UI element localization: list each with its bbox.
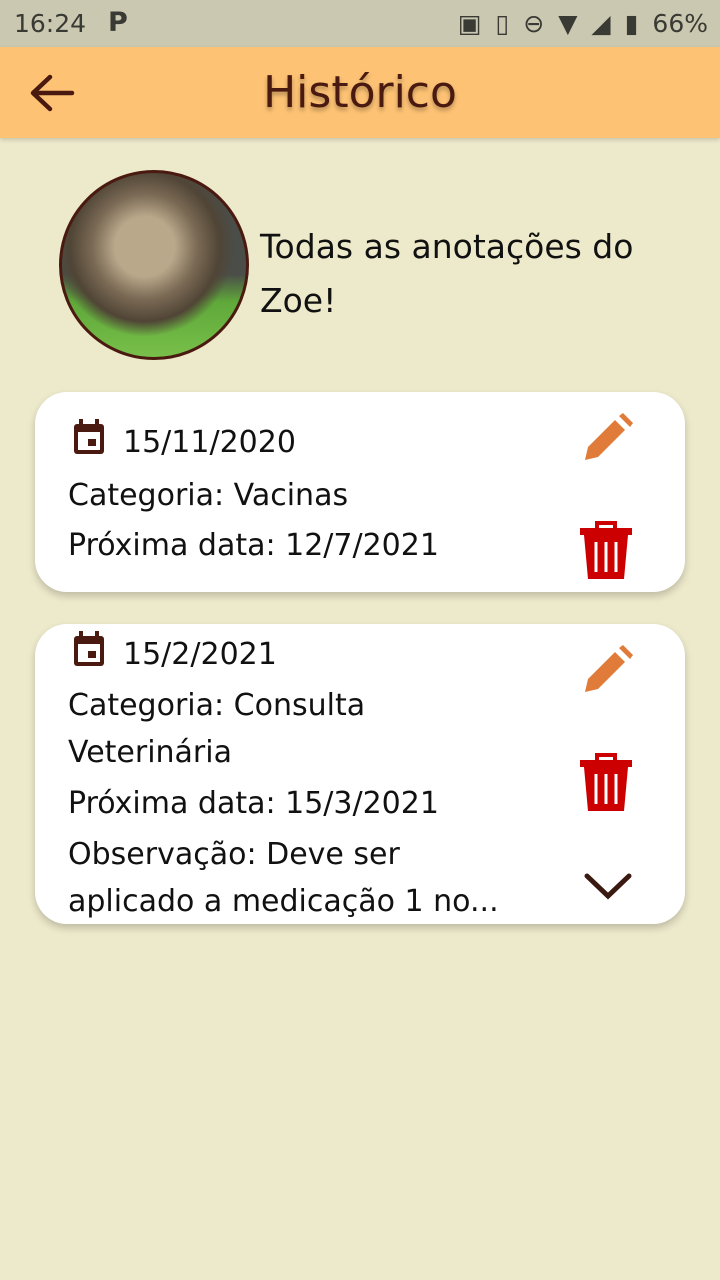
edit-pencil-icon[interactable]	[581, 412, 633, 464]
entry-category-cont: Veterinária	[68, 735, 232, 770]
status-bar: 16:24 P ▣ ▯ ⊖ ▼ ◢ ▮ 66%	[0, 0, 720, 47]
expand-chevron-icon[interactable]	[583, 870, 633, 902]
entry-observation: Observação: Deve ser	[68, 837, 400, 872]
status-time: 16:24	[14, 9, 87, 38]
cast-icon: ▣	[457, 9, 482, 38]
header-text: Todas as anotações do Zoe!	[260, 227, 634, 320]
battery-percent: 66%	[652, 9, 708, 38]
calendar-icon	[74, 419, 104, 454]
page-title: Histórico	[263, 67, 457, 118]
parking-app-icon: P	[108, 7, 128, 38]
entry-category: Categoria: Consulta	[68, 688, 366, 723]
dnd-icon: ⊖	[523, 9, 545, 38]
vibrate-icon: ▯	[495, 9, 510, 38]
entry-next-date: Próxima data: 15/3/2021	[68, 786, 439, 821]
entry-observation-cont: aplicado a medicação 1 no...	[68, 884, 499, 919]
signal-icon: ◢	[591, 9, 611, 38]
app-bar: Histórico	[0, 47, 720, 138]
entry-next-date: Próxima data: 12/7/2021	[68, 528, 439, 563]
delete-trash-icon[interactable]	[579, 752, 633, 812]
battery-icon: ▮	[624, 9, 639, 38]
entry-date: 15/2/2021	[123, 637, 277, 672]
entry-date: 15/11/2020	[123, 425, 296, 460]
pet-avatar	[59, 170, 249, 360]
entry-card: 15/2/2021 Categoria: Consulta Veterinári…	[35, 624, 685, 924]
entry-category: Categoria: Vacinas	[68, 478, 349, 513]
calendar-icon	[74, 631, 104, 666]
delete-trash-icon[interactable]	[579, 520, 633, 580]
wifi-icon: ▼	[558, 9, 578, 38]
edit-pencil-icon[interactable]	[581, 644, 633, 696]
entry-card: 15/11/2020 Categoria: Vacinas Próxima da…	[35, 392, 685, 592]
